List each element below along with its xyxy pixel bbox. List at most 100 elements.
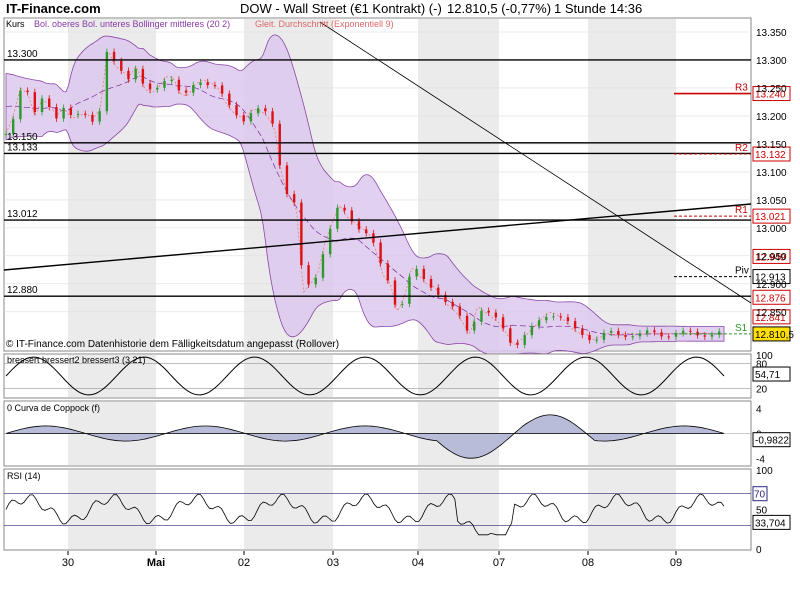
x-tick-label: 07 bbox=[493, 557, 505, 569]
candle-body bbox=[465, 315, 469, 331]
x-tick-label: 09 bbox=[670, 557, 682, 569]
price-tick-label: 12.950 bbox=[756, 252, 787, 263]
candle-body bbox=[220, 85, 224, 94]
candle-body bbox=[321, 254, 325, 278]
price-tick-label: 13.250 bbox=[756, 84, 787, 95]
price-tick-label: 13.300 bbox=[756, 56, 787, 67]
candle-body bbox=[552, 316, 555, 318]
legend-bollinger: Bol. oberes Bol. unteres Bollinger mittl… bbox=[34, 19, 230, 29]
candle-body bbox=[264, 108, 267, 112]
candle-body bbox=[357, 221, 361, 230]
candle-body bbox=[343, 207, 346, 211]
candle-body bbox=[148, 83, 152, 90]
sr-label: 13.300 bbox=[7, 49, 38, 60]
x-tick-label: 04 bbox=[412, 557, 424, 569]
candle-body bbox=[501, 317, 505, 329]
candle-body bbox=[91, 114, 94, 122]
candle-body bbox=[314, 277, 317, 285]
candle-body bbox=[667, 336, 670, 338]
coppock-tick-label: -4 bbox=[756, 455, 765, 466]
candle-body bbox=[33, 92, 37, 112]
price-panel: 13.30013.15013.13313.01212.880 R313.240R… bbox=[3, 17, 794, 356]
day-band bbox=[588, 470, 676, 549]
candle-body bbox=[429, 279, 433, 288]
candle-body bbox=[98, 111, 101, 122]
candle-body bbox=[638, 333, 642, 337]
candle-body bbox=[213, 85, 217, 87]
candle-body bbox=[184, 90, 188, 93]
pivot-name-r1: R1 bbox=[735, 205, 748, 216]
candle-body bbox=[76, 113, 80, 115]
candle-body bbox=[170, 79, 173, 82]
candle-body bbox=[422, 268, 426, 280]
candle-body bbox=[509, 328, 512, 343]
day-band bbox=[244, 355, 333, 397]
candle-body bbox=[710, 334, 714, 337]
rsi-tick-label: 50 bbox=[756, 506, 768, 517]
candle-body bbox=[242, 115, 245, 122]
price-tick-label: 13.050 bbox=[756, 196, 787, 207]
candle-body bbox=[199, 82, 202, 86]
candle-body bbox=[545, 316, 548, 321]
bressert-value: 54,71 bbox=[755, 370, 780, 381]
candle-body bbox=[595, 339, 598, 341]
candle-body bbox=[192, 85, 195, 93]
rsi-value: 33,704 bbox=[755, 518, 786, 529]
pivot-value-s1: 12.810,5 bbox=[755, 330, 794, 341]
coppock-axis: 40-4-0,9822 bbox=[752, 404, 791, 466]
sr-label: 12.880 bbox=[7, 285, 38, 296]
sr-label: 13.133 bbox=[7, 142, 38, 153]
candle-body bbox=[235, 105, 238, 116]
legend-ema: Gleit. Durchschnitt (Exponentiell 9) bbox=[255, 19, 394, 29]
candle-body bbox=[156, 87, 159, 90]
rsi-tick-label: 100 bbox=[756, 466, 773, 477]
candle-body bbox=[437, 287, 440, 295]
candle-body bbox=[588, 334, 591, 341]
candle-body bbox=[177, 79, 181, 91]
candle-body bbox=[494, 312, 498, 318]
candle-body bbox=[141, 69, 145, 84]
candle-body bbox=[55, 106, 58, 119]
candle-body bbox=[415, 268, 418, 277]
coppock-value: -0,9822 bbox=[755, 436, 789, 447]
candle-body bbox=[401, 303, 404, 305]
price-tick-label: 13.100 bbox=[756, 168, 787, 179]
candle-body bbox=[365, 229, 368, 234]
price-tick-label: 13.350 bbox=[756, 28, 787, 39]
x-tick-label: 08 bbox=[582, 557, 594, 569]
rsi-axis: 100 50 0 70 33,704 bbox=[752, 466, 791, 556]
candle-body bbox=[573, 321, 577, 329]
pivot-name-r2: R2 bbox=[735, 143, 748, 154]
candle-body bbox=[480, 310, 483, 322]
x-tick-label: 03 bbox=[327, 557, 339, 569]
pivot-name-r3: R3 bbox=[735, 83, 748, 94]
pivot-name-piv: Piv bbox=[735, 266, 749, 277]
day-band bbox=[418, 470, 499, 549]
candle-body bbox=[523, 335, 526, 345]
candle-body bbox=[300, 202, 303, 266]
candle-body bbox=[271, 111, 274, 124]
candle-body bbox=[581, 328, 584, 335]
candle-body bbox=[645, 330, 649, 334]
candle-body bbox=[617, 331, 620, 335]
candle-body bbox=[386, 263, 390, 281]
panel-title-rsi: RSI (14) bbox=[7, 471, 41, 481]
candle-body bbox=[681, 330, 685, 334]
level-label: 12.876 bbox=[755, 293, 786, 304]
stock-chart[interactable]: 13.30013.15013.13313.01212.880 R313.240R… bbox=[0, 0, 800, 600]
candle-body bbox=[660, 332, 663, 337]
pivot-value-r2: 13.132 bbox=[755, 150, 786, 161]
panel-title-kurs: Kurs bbox=[6, 19, 25, 29]
candle-body bbox=[228, 93, 231, 106]
candle-body bbox=[689, 330, 692, 332]
candle-body bbox=[393, 280, 397, 305]
candle-body bbox=[559, 316, 562, 318]
candle-body bbox=[278, 123, 281, 166]
rsi-level-label: 70 bbox=[754, 490, 766, 501]
candle-body bbox=[256, 108, 260, 114]
candle-body bbox=[624, 334, 627, 337]
price-tick-label: 13.150 bbox=[756, 140, 787, 151]
sr-label: 13.150 bbox=[7, 132, 38, 143]
candle-body bbox=[26, 90, 29, 93]
candle-body bbox=[336, 207, 339, 229]
